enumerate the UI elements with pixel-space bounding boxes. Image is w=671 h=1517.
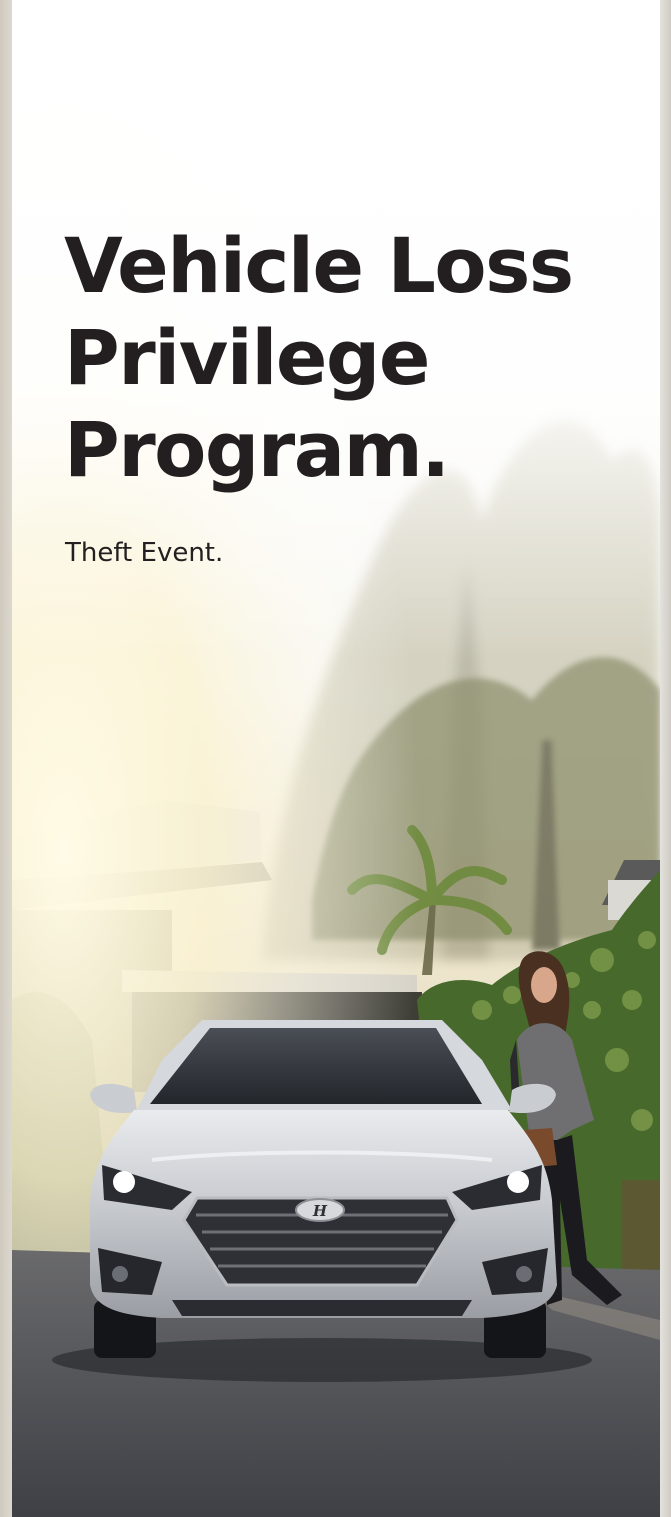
- cover-title-line-3: Program.: [64, 405, 450, 494]
- cover-panel: H Vehicle Loss Privilege Program. Theft …: [12, 0, 660, 1517]
- brochure-page: H Vehicle Loss Privilege Program. Theft …: [0, 0, 671, 1517]
- cover-subtitle: Theft Event.: [65, 538, 224, 568]
- cover-title-line-2: Privilege: [64, 313, 430, 402]
- cover-title-line-1: Vehicle Loss: [64, 221, 574, 310]
- svg-text:H: H: [312, 1202, 328, 1220]
- cover-title: Vehicle Loss Privilege Program.: [64, 220, 644, 496]
